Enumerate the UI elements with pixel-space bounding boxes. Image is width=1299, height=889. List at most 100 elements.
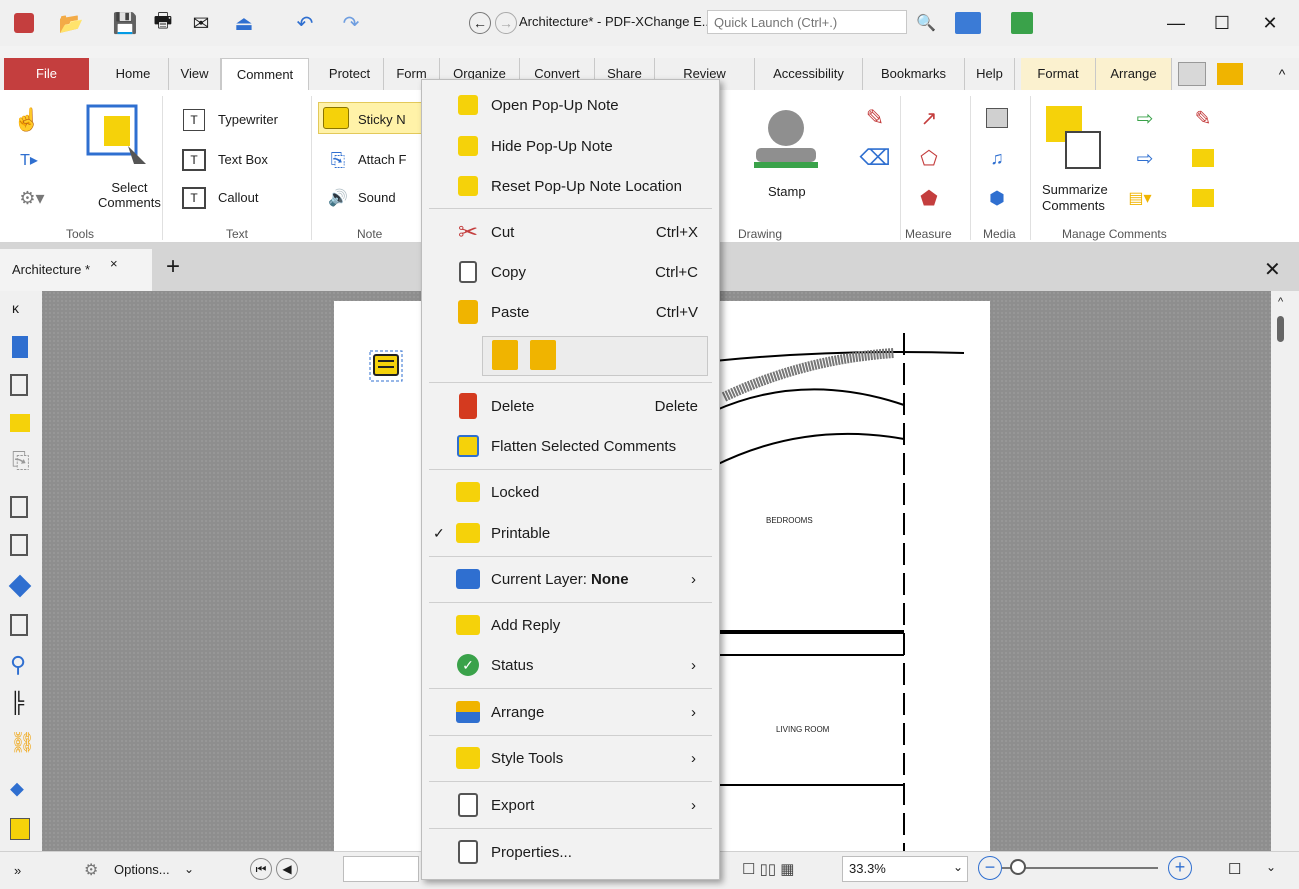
save-icon[interactable]: 💾 — [110, 9, 140, 37]
new-tab-button[interactable]: + — [166, 253, 180, 281]
menu-item-export[interactable]: Export › — [427, 787, 714, 823]
menu-item-cut[interactable]: ✂ Cut Ctrl+X — [427, 214, 714, 250]
vertical-scrollbar[interactable] — [1271, 291, 1299, 851]
bottom-expand-icon[interactable]: » — [14, 863, 21, 878]
style-palette-icon[interactable] — [1186, 184, 1220, 212]
flatten-icon[interactable]: ✎ — [1186, 104, 1220, 132]
minimize-button[interactable]: — — [1156, 8, 1196, 38]
order-panel-icon[interactable] — [10, 818, 30, 840]
video-icon[interactable] — [980, 104, 1014, 132]
menu-item-current-layer[interactable]: Current Layer: None › — [427, 561, 714, 597]
tab-help[interactable]: Help — [965, 58, 1015, 90]
sound-icon[interactable]: 🔊 — [322, 184, 354, 212]
close-button[interactable]: ✕ — [1250, 8, 1290, 38]
select-comments-label[interactable]: Select Comments — [98, 180, 161, 210]
tab-view[interactable]: View — [169, 58, 221, 90]
menu-item-hide-popup-note[interactable]: Hide Pop-Up Note — [427, 128, 714, 164]
zoom-out-icon[interactable]: − — [978, 856, 1002, 880]
media-icon[interactable]: ⬢ — [980, 184, 1014, 212]
summarize-label[interactable]: Summarize — [1042, 182, 1108, 197]
menu-item-reset-popup-note-location[interactable]: Reset Pop-Up Note Location — [427, 168, 714, 204]
select-text-icon[interactable]: T▸ — [14, 146, 44, 174]
search-folder-icon[interactable] — [1212, 60, 1248, 88]
view-mode-dropdown-icon[interactable]: ⌄ — [1266, 860, 1276, 874]
search-panel-icon[interactable]: ⚲ — [10, 652, 26, 678]
comments-panel-icon[interactable] — [10, 414, 30, 432]
pencil-icon[interactable]: ✎ — [858, 104, 892, 132]
tab-arrange[interactable]: Arrange — [1096, 58, 1172, 90]
paste-html-icon[interactable] — [530, 340, 556, 370]
paste-image-icon[interactable] — [492, 340, 518, 370]
comment-styles-icon[interactable]: ▤▾ — [1110, 184, 1170, 212]
menu-item-status[interactable]: ✓ Status › — [427, 647, 714, 683]
callout-label[interactable]: Callout — [218, 190, 258, 205]
menu-item-style-tools[interactable]: Style Tools › — [427, 740, 714, 776]
email-icon[interactable]: ✉ — [186, 9, 216, 37]
pages-panel-icon[interactable] — [10, 374, 28, 396]
signatures-panel-icon[interactable] — [10, 534, 28, 556]
tab-comment[interactable]: Comment — [221, 58, 309, 91]
stamp-icon[interactable] — [750, 102, 822, 174]
attachments-panel-icon[interactable]: ⎘ — [12, 448, 30, 474]
menu-item-locked[interactable]: Locked — [427, 474, 714, 510]
options-dropdown-icon[interactable]: ⌄ — [184, 862, 194, 876]
menu-item-copy[interactable]: Copy Ctrl+C — [427, 254, 714, 290]
tab-accessibility[interactable]: Accessibility — [755, 58, 863, 90]
fullscreen-icon[interactable] — [1008, 9, 1036, 37]
menu-item-open-popup-note[interactable]: Open Pop-Up Note — [427, 87, 714, 123]
scanner-icon[interactable]: ⏏ — [226, 9, 262, 37]
search-icon[interactable]: 🔍 — [912, 9, 940, 37]
summarize-comments-label[interactable]: Comments — [1042, 198, 1105, 213]
maximize-button[interactable]: ☐ — [1202, 8, 1242, 38]
import-comments-icon[interactable]: ⇨ — [1128, 104, 1162, 132]
tab-format[interactable]: Format — [1021, 58, 1096, 90]
perimeter-icon[interactable]: ⬠ — [912, 144, 946, 172]
quick-launch-input[interactable] — [707, 10, 907, 34]
tab-bookmarks[interactable]: Bookmarks — [863, 58, 965, 90]
bookmarks-panel-icon[interactable] — [12, 336, 28, 358]
scroll-up-icon[interactable]: ^ — [1278, 296, 1283, 308]
menu-item-printable[interactable]: ✓ Printable — [427, 515, 714, 551]
links-panel-icon[interactable]: ⛓ — [10, 730, 35, 755]
view-mode-icon[interactable]: ☐ — [1228, 860, 1241, 878]
open-folder-icon[interactable]: 📂 — [56, 9, 86, 37]
typewriter-icon[interactable]: T — [182, 106, 206, 134]
panel-collapse-icon[interactable]: ĸ — [12, 300, 19, 316]
page-layout-icons[interactable]: ☐ ▯▯ ▦ — [742, 860, 794, 878]
tab-home[interactable]: Home — [98, 58, 169, 90]
menu-item-properties[interactable]: Properties... — [427, 834, 714, 870]
zoom-dropdown-icon[interactable]: ⌄ — [953, 860, 963, 874]
menu-item-flatten-selected-comments[interactable]: Flatten Selected Comments — [427, 428, 714, 464]
scrollbar-thumb[interactable] — [1277, 316, 1284, 342]
redo-icon[interactable]: ↷ — [338, 9, 364, 37]
forward-icon[interactable]: → — [494, 9, 518, 37]
stamp-label[interactable]: Stamp — [768, 184, 806, 199]
menu-item-add-reply[interactable]: Add Reply — [427, 607, 714, 643]
tab-file[interactable]: File — [4, 58, 89, 90]
menu-item-arrange[interactable]: Arrange › — [427, 694, 714, 730]
find-icon[interactable] — [1174, 60, 1210, 88]
distance-icon[interactable]: ↗ — [912, 104, 946, 132]
menu-item-paste[interactable]: Paste Ctrl+V — [427, 294, 714, 330]
zoom-in-icon[interactable]: + — [1168, 856, 1192, 880]
zoom-input[interactable]: 33.3% — [842, 856, 968, 882]
print-icon[interactable]: 🖶 — [148, 9, 178, 37]
text-box-icon[interactable]: T — [182, 146, 206, 174]
zoom-tool-icon[interactable]: ⚙▾ — [14, 184, 50, 212]
summarize-comments-icon[interactable] — [1040, 102, 1110, 172]
zoom-slider-thumb[interactable] — [1010, 859, 1026, 875]
undo-icon[interactable]: ↶ — [292, 9, 318, 37]
export-comments-icon[interactable]: ⇨ — [1128, 144, 1162, 172]
fields-panel-icon[interactable] — [10, 614, 28, 636]
eraser-icon[interactable]: ⌫ — [858, 144, 892, 172]
text-box-label[interactable]: Text Box — [218, 152, 268, 167]
collapse-ribbon-icon[interactable]: ^ — [1272, 60, 1292, 88]
back-icon[interactable]: ← — [468, 9, 492, 37]
previous-page-icon[interactable]: ◀ — [276, 858, 298, 880]
tags-panel-icon[interactable]: ⬥ — [10, 778, 24, 801]
page-number-input[interactable] — [343, 856, 419, 882]
attach-file-label[interactable]: Attach F — [358, 152, 406, 167]
select-comments-icon[interactable] — [84, 102, 148, 172]
audio-icon[interactable]: ♫ — [980, 144, 1014, 172]
callout-icon[interactable]: T — [182, 184, 206, 212]
